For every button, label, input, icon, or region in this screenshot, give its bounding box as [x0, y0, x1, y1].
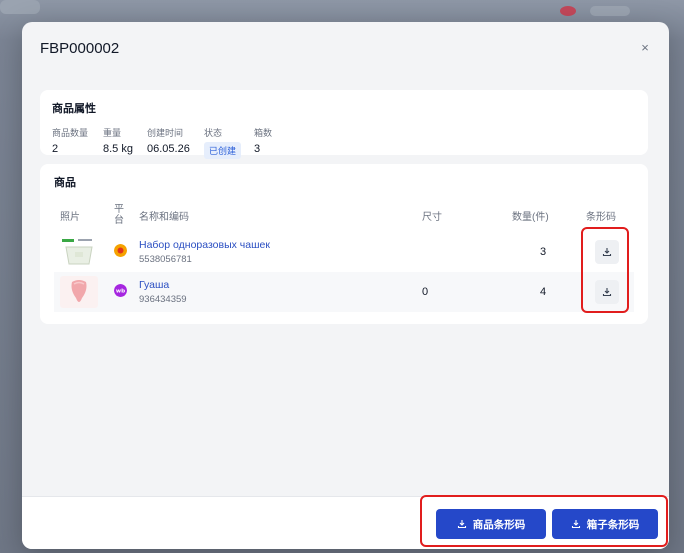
product-photo-gua-sha — [60, 276, 98, 308]
attr-status: 状态 已创建 — [204, 126, 254, 159]
close-button[interactable]: × — [635, 38, 655, 58]
barcode-cell — [580, 272, 634, 312]
attr-created: 创建时间 06.05.26 — [147, 126, 204, 159]
svg-text:wb: wb — [116, 289, 125, 295]
attr-boxes-label: 箱数 — [254, 128, 273, 138]
platform-cell — [108, 232, 133, 272]
size-cell — [416, 232, 506, 272]
download-icon — [457, 520, 466, 529]
col-size: 尺寸 — [422, 211, 442, 223]
col-barcode: 条形码 — [586, 211, 616, 223]
attr-weight-value: 8.5 kg — [103, 143, 133, 155]
attr-status-label: 状态 — [204, 128, 223, 138]
backdrop-blur-left — [0, 0, 40, 14]
attr-boxes-value: 3 — [254, 143, 261, 155]
photo-cell — [54, 272, 108, 312]
ozon-orange-icon — [114, 244, 127, 257]
name-cell: Гуаша 936434359 — [133, 272, 416, 312]
products-title: 商品 — [54, 177, 76, 189]
table-row: wb Гуаша 936434359 0 4 — [54, 272, 634, 312]
backdrop-blur-right — [590, 6, 630, 16]
attributes-list: 商品数量 2 重量 8.5 kg 创建时间 06.05.26 状态 已创建 箱数… — [52, 126, 636, 159]
product-barcode-button[interactable]: 商品条形码 — [436, 509, 546, 539]
product-code: 936434359 — [139, 294, 187, 305]
shipment-modal: FBP000002 × 商品属性 商品数量 2 重量 8.5 kg 创建时间 0… — [22, 22, 669, 549]
attr-created-value: 06.05.26 — [147, 143, 190, 155]
product-barcode-label: 商品条形码 — [472, 518, 526, 531]
table-header-row: 照片 平台 名称和编码 尺寸 数量(件) 条形码 — [54, 198, 634, 232]
qty-cell: 4 — [506, 272, 580, 312]
product-name-link[interactable]: Гуаша — [139, 279, 410, 291]
table-row: Набор одноразовых чашек 5538056781 3 — [54, 232, 634, 272]
size-cell: 0 — [416, 272, 506, 312]
wildberries-wb-icon: wb — [114, 284, 127, 297]
qty-cell: 3 — [539, 246, 547, 258]
products-card: 商品 照片 平台 名称和编码 尺寸 数量(件) 条形码 Набор однора… — [40, 164, 648, 324]
product-photo-cups — [60, 236, 98, 268]
download-icon — [602, 248, 612, 257]
barcode-cell — [580, 232, 634, 272]
attributes-title: 商品属性 — [52, 103, 96, 115]
status-badge: 已创建 — [204, 142, 242, 159]
attributes-card: 商品属性 商品数量 2 重量 8.5 kg 创建时间 06.05.26 状态 已… — [40, 90, 648, 159]
photo-cell — [54, 232, 108, 272]
product-code: 5538056781 — [139, 254, 192, 265]
attr-created-label: 创建时间 — [147, 128, 184, 138]
col-name: 名称和编码 — [139, 211, 189, 223]
attr-weight: 重量 8.5 kg — [103, 126, 147, 159]
download-icon — [571, 520, 580, 529]
attr-weight-label: 重量 — [103, 128, 122, 138]
col-qty: 数量(件) — [512, 211, 549, 223]
col-photo: 照片 — [60, 211, 80, 223]
modal-header: FBP000002 × — [22, 22, 669, 74]
box-barcode-button[interactable]: 箱子条形码 — [552, 509, 658, 539]
attr-quantity: 商品数量 2 — [52, 126, 103, 159]
col-platform-label: 平台 — [114, 204, 124, 226]
attr-boxes: 箱数 3 — [254, 126, 294, 159]
platform-cell: wb — [108, 272, 133, 312]
name-cell: Набор одноразовых чашек 5538056781 — [133, 232, 416, 272]
download-barcode-button[interactable] — [595, 280, 619, 304]
attr-quantity-label: 商品数量 — [52, 128, 89, 138]
col-platform: 平台 — [108, 198, 133, 232]
modal-footer: 商品条形码 箱子条形码 — [22, 496, 669, 549]
download-icon — [602, 288, 612, 297]
product-name-link[interactable]: Набор одноразовых чашек — [139, 239, 410, 251]
box-barcode-label: 箱子条形码 — [586, 518, 640, 531]
modal-title: FBP000002 — [40, 39, 120, 57]
download-barcode-button[interactable] — [595, 240, 619, 264]
products-table: 照片 平台 名称和编码 尺寸 数量(件) 条形码 Набор одноразов… — [54, 198, 634, 312]
backdrop-blur-red — [560, 6, 576, 16]
attr-quantity-value: 2 — [52, 143, 59, 155]
